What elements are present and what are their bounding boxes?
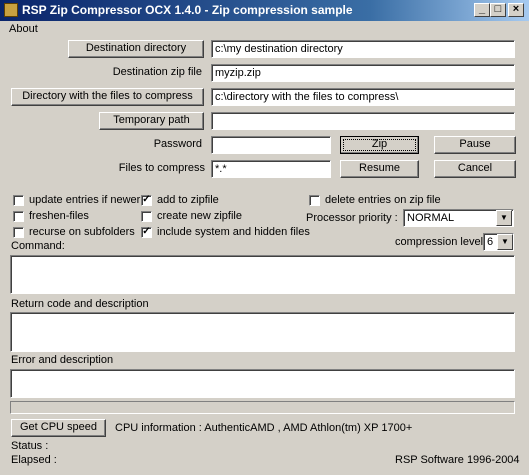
add-to-zipfile-label: add to zipfile (157, 194, 219, 206)
destination-zip-file-label: Destination zip file (112, 66, 202, 78)
close-button[interactable]: × (508, 3, 524, 17)
temporary-path-field[interactable] (211, 112, 515, 130)
temporary-path-button[interactable]: Temporary path (99, 112, 204, 130)
delete-entries-label: delete entries on zip file (325, 194, 441, 206)
delete-entries-checkbox[interactable] (309, 195, 320, 206)
maximize-button[interactable]: □ (490, 3, 506, 17)
get-cpu-speed-button[interactable]: Get CPU speed (11, 419, 106, 437)
update-entries-label: update entries if newer (29, 194, 141, 206)
files-to-compress-label: Files to compress (118, 162, 205, 174)
chevron-down-icon[interactable]: ▼ (496, 210, 512, 226)
include-system-label: include system and hidden files (157, 226, 310, 238)
destination-directory-field[interactable]: c:\my destination directory (211, 40, 515, 58)
recurse-subfolders-checkbox[interactable] (13, 227, 24, 238)
status-label: Status : (11, 440, 49, 452)
recurse-subfolders-label: recurse on subfolders (29, 226, 135, 238)
create-new-zipfile-checkbox[interactable] (141, 211, 152, 222)
compression-level-label: compression level (395, 236, 484, 248)
destination-directory-button[interactable]: Destination directory (68, 40, 204, 58)
files-to-compress-field[interactable]: *.* (211, 160, 331, 178)
destination-zip-file-field[interactable]: myzip.zip (211, 64, 515, 82)
minimize-button[interactable]: _ (474, 3, 490, 17)
command-textarea[interactable] (10, 255, 515, 294)
return-code-textarea[interactable] (10, 312, 515, 352)
cancel-button[interactable]: Cancel (434, 160, 516, 178)
directory-files-button[interactable]: Directory with the files to compress (11, 88, 204, 106)
command-label: Command: (11, 240, 65, 252)
directory-files-field[interactable]: c:\directory with the files to compress\ (211, 88, 515, 106)
resume-button[interactable]: Resume (340, 160, 419, 178)
password-field[interactable] (211, 136, 331, 154)
progress-bar (10, 401, 515, 414)
app-icon (4, 3, 18, 17)
copyright-text: RSP Software 1996-2004 (395, 454, 520, 466)
add-to-zipfile-checkbox[interactable]: ✓ (141, 195, 152, 206)
window-title: RSP Zip Compressor OCX 1.4.0 - Zip compr… (22, 3, 353, 17)
password-label: Password (153, 138, 202, 150)
pause-button[interactable]: Pause (434, 136, 516, 154)
return-code-label: Return code and description (11, 298, 149, 310)
create-new-zipfile-label: create new zipfile (157, 210, 242, 222)
include-system-checkbox[interactable]: ✓ (141, 227, 152, 238)
error-textarea[interactable] (10, 369, 515, 398)
error-label: Error and description (11, 354, 114, 366)
zip-button[interactable]: Zip (340, 136, 419, 154)
freshen-files-checkbox[interactable] (13, 211, 24, 222)
freshen-files-label: freshen-files (29, 210, 89, 222)
menu-about[interactable]: About (9, 23, 38, 35)
chevron-down-icon[interactable]: ▼ (497, 234, 513, 250)
elapsed-label: Elapsed : (11, 454, 57, 466)
cpu-info-text: CPU information : AuthenticAMD , AMD Ath… (115, 422, 413, 434)
processor-priority-label: Processor priority : (306, 212, 398, 224)
update-entries-checkbox[interactable] (13, 195, 24, 206)
